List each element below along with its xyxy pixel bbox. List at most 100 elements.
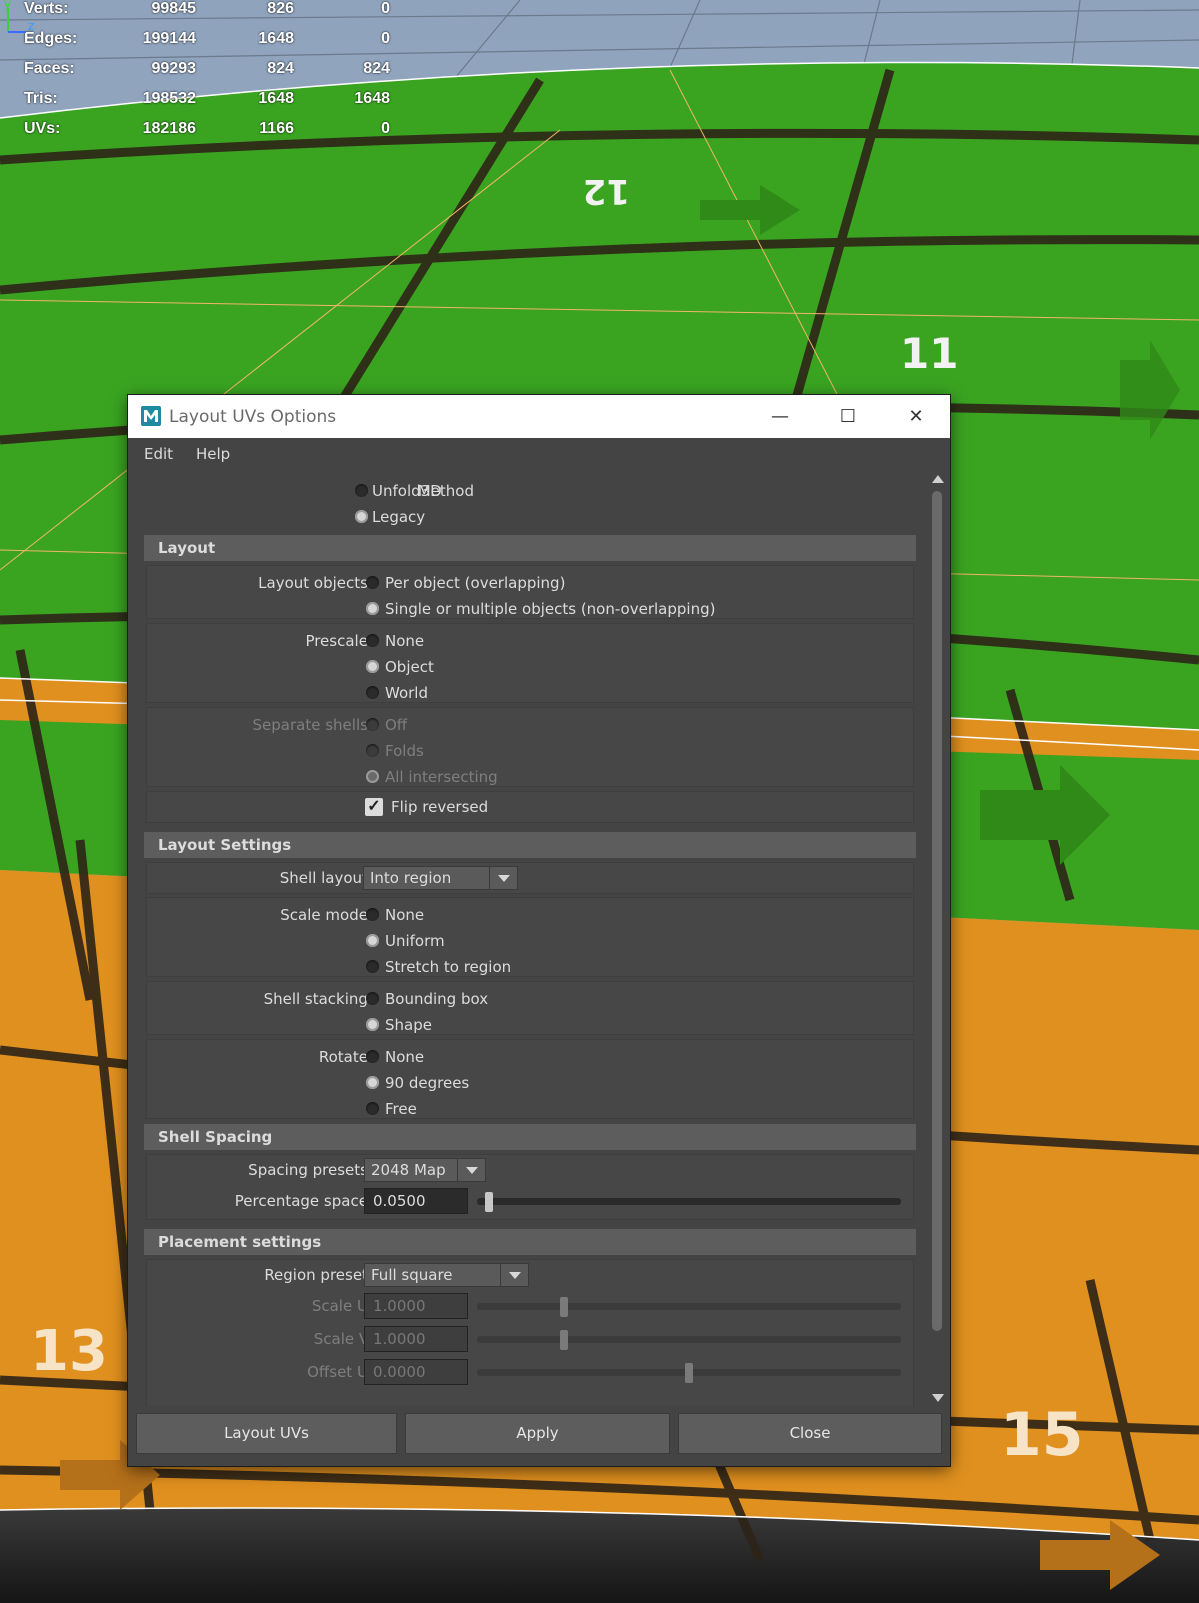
options-scrollbar[interactable] (928, 473, 946, 1406)
maya-logo-icon (141, 406, 161, 426)
prescale-none-radio[interactable] (366, 634, 379, 647)
region-preset-dropdown[interactable]: Full square (364, 1263, 529, 1287)
axis-gizmo: y z (4, 0, 34, 33)
menu-edit[interactable]: Edit (144, 445, 173, 463)
layout-objects-per-object-label: Per object (overlapping) (385, 574, 566, 592)
shell-stacking-label: Shell stacking: (263, 990, 373, 1008)
prescale-group: Prescale: None Object World (146, 623, 914, 703)
section-placement-header[interactable]: Placement settings (144, 1229, 916, 1255)
hud-value: 1648 (258, 30, 294, 47)
method-unfold3d-radio[interactable] (355, 484, 368, 497)
title-bar[interactable]: Layout UVs Options — ☐ ✕ (128, 395, 950, 438)
menu-help[interactable]: Help (196, 445, 230, 463)
percentage-space-field[interactable]: 0.0500 (364, 1188, 468, 1214)
maximize-button[interactable]: ☐ (814, 395, 882, 438)
offset-u-field[interactable]: 0.0000 (364, 1359, 468, 1385)
hud-value: 826 (267, 0, 294, 17)
section-layout-header[interactable]: Layout (144, 535, 916, 561)
prescale-world-radio[interactable] (366, 686, 379, 699)
options-panel: Method Unfold3D Legacy Layout Layout obj… (134, 473, 924, 1406)
close-button[interactable]: Close (678, 1413, 942, 1454)
hud-value: 0 (381, 0, 390, 17)
apply-button[interactable]: Apply (405, 1413, 670, 1454)
section-shell-spacing-title: Shell Spacing (158, 1128, 273, 1146)
scale-u-slider-handle[interactable] (560, 1297, 569, 1317)
percentage-space-slider[interactable] (477, 1198, 901, 1205)
prescale-object-radio[interactable] (366, 660, 379, 673)
separate-shells-off-radio[interactable] (366, 718, 379, 731)
separate-shells-group: Separate shells: Off Folds All intersect… (146, 707, 914, 787)
hud-value: 1648 (258, 90, 294, 107)
scale-mode-uniform-radio[interactable] (366, 934, 379, 947)
flip-reversed-checkbox[interactable]: ✓ (365, 798, 383, 816)
spacing-presets-value: 2048 Map (371, 1161, 446, 1179)
rotate-label: Rotate: (318, 1048, 373, 1066)
section-layout-settings-header[interactable]: Layout Settings (144, 832, 916, 858)
section-shell-spacing-header[interactable]: Shell Spacing (144, 1124, 916, 1150)
flip-reversed-group: ✓ Flip reversed (146, 791, 914, 823)
minimize-button[interactable]: — (746, 395, 814, 438)
hud-row-uvs: UVs: 182186 1166 0 (24, 120, 404, 140)
dialog-button-bar: Layout UVs Apply Close (128, 1411, 950, 1466)
prescale-world-label: World (385, 684, 428, 702)
flip-reversed-label: Flip reversed (391, 798, 489, 816)
scroll-up-arrow-icon[interactable] (932, 475, 944, 483)
chevron-down-icon (509, 1272, 521, 1279)
rotate-none-label: None (385, 1048, 425, 1066)
placement-group: Region preset: Full square Scale U: 1.00… (146, 1259, 914, 1406)
layout-objects-single-multiple-radio[interactable] (366, 602, 379, 615)
spacing-presets-dropdown[interactable]: 2048 Map (364, 1158, 486, 1182)
percentage-space-label: Percentage space: (234, 1192, 373, 1210)
scroll-thumb[interactable] (932, 491, 942, 1331)
shell-layout-dropdown[interactable]: Into region (363, 866, 518, 890)
layout-objects-single-multiple-label: Single or multiple objects (non-overlapp… (385, 600, 716, 618)
hud-value: 824 (267, 60, 294, 77)
hud-value: 0 (381, 120, 390, 137)
menu-bar: Edit Help (128, 438, 950, 472)
shell-stacking-shape-label: Shape (385, 1016, 432, 1034)
layout-objects-per-object-radio[interactable] (366, 576, 379, 589)
method-legacy-radio[interactable] (355, 510, 368, 523)
dropdown-separator (500, 1264, 501, 1286)
scale-v-field[interactable]: 1.0000 (364, 1326, 468, 1352)
hud-row-tris: Tris: 198532 1648 1648 (24, 90, 404, 110)
separate-shells-folds-radio[interactable] (366, 744, 379, 757)
scale-mode-none-radio[interactable] (366, 908, 379, 921)
tile-label-15: 15 (1000, 1400, 1084, 1470)
hud-value: 824 (363, 60, 390, 77)
rotate-free-radio[interactable] (366, 1102, 379, 1115)
scale-mode-none-label: None (385, 906, 425, 924)
separate-shells-off-label: Off (385, 716, 408, 734)
separate-shells-folds-label: Folds (385, 742, 424, 760)
dialog-title: Layout UVs Options (169, 407, 337, 427)
close-window-button[interactable]: ✕ (882, 395, 950, 438)
hud-value: 199144 (142, 30, 196, 47)
separate-shells-label: Separate shells: (252, 716, 373, 734)
scale-v-slider-handle[interactable] (560, 1330, 569, 1350)
hud-label: Tris: (24, 90, 58, 107)
scale-u-field[interactable]: 1.0000 (364, 1293, 468, 1319)
axis-y-label: y (4, 0, 11, 11)
chevron-down-icon (466, 1167, 478, 1174)
offset-u-slider-handle[interactable] (685, 1363, 693, 1383)
shell-stacking-shape-radio[interactable] (366, 1018, 379, 1031)
layout-uvs-button[interactable]: Layout UVs (136, 1413, 397, 1454)
hud-value: 198532 (142, 90, 196, 107)
hud-value: 1166 (259, 120, 294, 137)
scale-mode-stretch-radio[interactable] (366, 960, 379, 973)
separate-shells-all-intersecting-label: All intersecting (385, 768, 498, 786)
shell-stacking-bounding-box-radio[interactable] (366, 992, 379, 1005)
scale-u-slider[interactable] (477, 1303, 901, 1310)
scale-mode-uniform-label: Uniform (385, 932, 445, 950)
hud-value: 1648 (354, 90, 390, 107)
scroll-down-arrow-icon[interactable] (932, 1394, 944, 1402)
rotate-90-radio[interactable] (366, 1076, 379, 1089)
tile-label-11: 11 (900, 329, 958, 378)
rotate-none-radio[interactable] (366, 1050, 379, 1063)
section-placement-title: Placement settings (158, 1233, 322, 1251)
scale-v-slider[interactable] (477, 1336, 901, 1343)
dropdown-separator (457, 1159, 458, 1181)
percentage-space-slider-handle[interactable] (485, 1192, 494, 1212)
separate-shells-all-intersecting-radio[interactable] (366, 770, 379, 783)
hud-label: UVs: (24, 120, 61, 137)
